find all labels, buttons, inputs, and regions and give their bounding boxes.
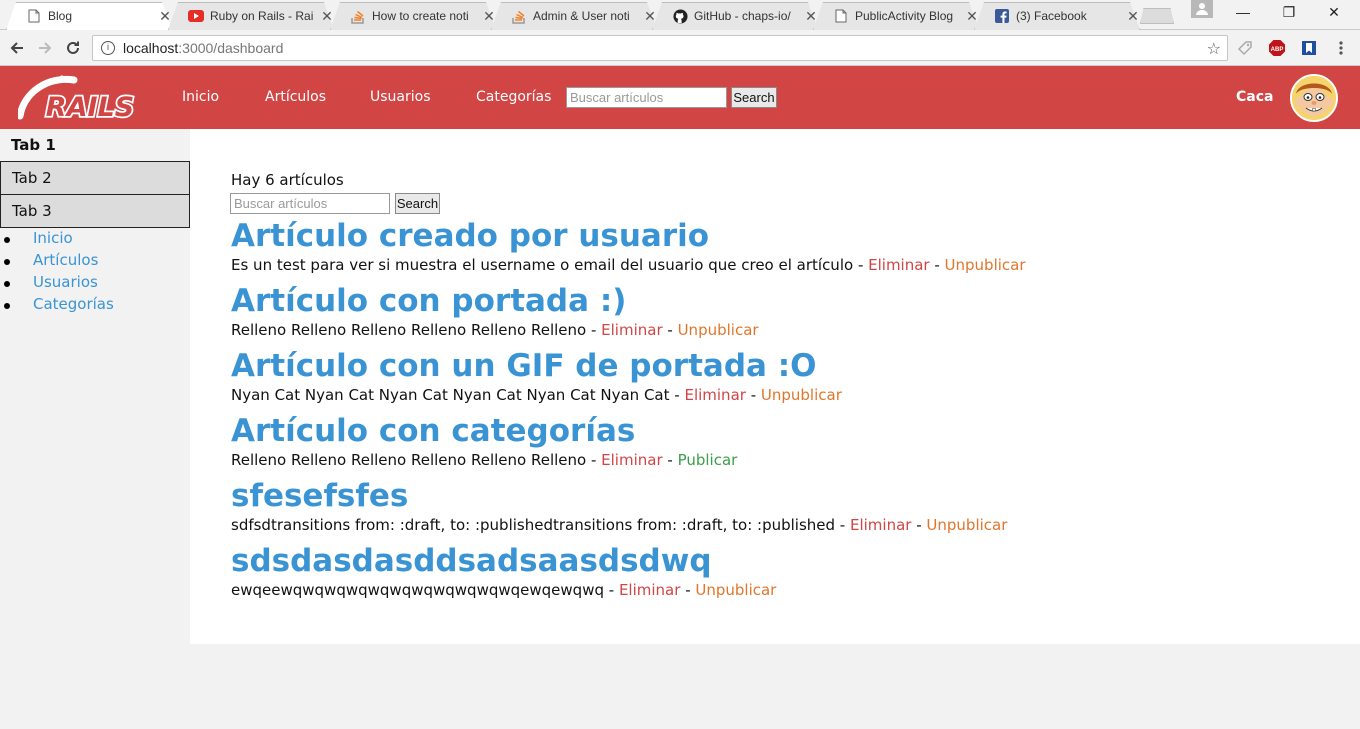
header-search-input[interactable]	[566, 87, 727, 108]
sidebar-tab-3[interactable]: Tab 3	[0, 194, 190, 228]
restore-button[interactable]: ❐	[1274, 4, 1304, 24]
article-title-link[interactable]: Artículo con portada :)	[231, 283, 759, 319]
browser-tab-admin[interactable]: Admin & User noti ✕	[491, 2, 657, 30]
article-item: Artículo creado por usuario Es un test p…	[231, 218, 1026, 276]
rails-logo[interactable]: RAILS	[16, 72, 142, 125]
new-tab-button[interactable]	[1140, 8, 1174, 24]
article-search-input[interactable]	[230, 193, 390, 214]
article-summary: ewqeewqwqwqwqwqwqwqwqwqwqwqewqewqwq - El…	[231, 581, 777, 599]
info-icon[interactable]: i	[101, 41, 115, 55]
stackoverflow-icon	[511, 8, 527, 24]
username[interactable]: Caca	[1236, 89, 1273, 105]
tab-title: GitHub - chaps-io/	[694, 9, 791, 23]
delete-link[interactable]: Eliminar	[619, 581, 680, 599]
sidebar-tab-1[interactable]: Tab 1	[0, 129, 190, 163]
main-content: Hay 6 artículos Search Artículo creado p…	[190, 129, 1360, 644]
nav-usuarios[interactable]: Usuarios	[370, 89, 431, 105]
browser-toolbar: i localhost:3000/dashboard ☆ ABP	[0, 30, 1360, 66]
article-count: Hay 6 artículos	[231, 171, 344, 189]
tab-title: Ruby on Rails - Rai	[210, 9, 314, 23]
svg-text:ABP: ABP	[1271, 47, 1284, 53]
nav-articulos[interactable]: Artículos	[265, 89, 326, 105]
article-item: Artículo con portada :) Relleno Relleno …	[231, 283, 759, 341]
facebook-icon	[994, 8, 1010, 24]
app-header: RAILS Inicio Artículos Usuarios Categorí…	[0, 66, 1360, 129]
browser-tabstrip: Blog ✕ Ruby on Rails - Rai ✕ How to crea…	[0, 0, 1360, 30]
article-search-button[interactable]: Search	[395, 193, 440, 214]
tag-extension-icon[interactable]	[1236, 39, 1254, 57]
github-icon	[672, 8, 688, 24]
bullet-icon	[4, 259, 10, 265]
nav-inicio[interactable]: Inicio	[182, 89, 219, 105]
sidebar-link-inicio[interactable]: Inicio	[33, 229, 73, 247]
sidebar-tab-2[interactable]: Tab 2	[0, 161, 190, 195]
unpublish-link[interactable]: Unpublicar	[678, 321, 759, 339]
forward-button[interactable]	[34, 37, 56, 59]
delete-link[interactable]: Eliminar	[601, 451, 662, 469]
header-search-button[interactable]: Search	[731, 87, 777, 108]
url-text: localhost:3000/dashboard	[123, 40, 284, 56]
tab-title: PublicActivity Blog	[855, 9, 954, 23]
publish-link[interactable]: Publicar	[678, 451, 738, 469]
delete-link[interactable]: Eliminar	[684, 386, 745, 404]
article-summary: Relleno Relleno Relleno Relleno Relleno …	[231, 451, 738, 469]
article-summary: sdfsdtransitions from: :draft, to: :publ…	[231, 516, 1008, 534]
svg-text:RAILS: RAILS	[46, 92, 134, 122]
unpublish-link[interactable]: Unpublicar	[926, 516, 1007, 534]
article-summary: Relleno Relleno Relleno Relleno Relleno …	[231, 321, 759, 339]
browser-tab-blog[interactable]: Blog ✕	[6, 2, 172, 30]
delete-link[interactable]: Eliminar	[601, 321, 662, 339]
sidebar: Tab 1 Tab 2 Tab 3 Inicio Artículos Usuar…	[0, 129, 190, 729]
unpublish-link[interactable]: Unpublicar	[695, 581, 776, 599]
sidebar-link-usuarios[interactable]: Usuarios	[33, 273, 98, 291]
tab-title: Blog	[48, 9, 73, 23]
article-title-link[interactable]: sdsdasdasddsadsaasdsdwq	[231, 543, 776, 579]
browser-profile-button[interactable]	[1191, 0, 1213, 18]
bookmark-star-icon[interactable]: ☆	[1207, 39, 1221, 58]
article-summary: Nyan Cat Nyan Cat Nyan Cat Nyan Cat Nyan…	[231, 386, 842, 404]
browser-tab-github[interactable]: GitHub - chaps-io/ ✕	[652, 2, 818, 30]
bookmark-extension-icon[interactable]	[1300, 39, 1318, 57]
article-item: Artículo con un GIF de portada :O Nyan C…	[231, 348, 842, 406]
bullet-icon	[4, 303, 10, 309]
tab-title: (3) Facebook	[1016, 9, 1087, 23]
close-tab-icon[interactable]: ✕	[1126, 8, 1140, 25]
bullet-icon	[4, 237, 10, 243]
article-item: sdsdasdasddsadsaasdsdwq ewqeewqwqwqwqwqw…	[231, 543, 776, 601]
back-button[interactable]	[6, 37, 28, 59]
delete-link[interactable]: Eliminar	[850, 516, 911, 534]
stackoverflow-icon	[350, 8, 366, 24]
article-item: sfesefsfes sdfsdtransitions from: :draft…	[231, 478, 1007, 536]
tab-title: Admin & User noti	[533, 9, 630, 23]
minimize-button[interactable]: —	[1228, 4, 1258, 24]
browser-tab-publicactivity[interactable]: PublicActivity Blog ✕	[813, 2, 979, 30]
browser-menu-icon[interactable]	[1332, 39, 1350, 57]
article-title-link[interactable]: Artículo con categorías	[231, 413, 737, 449]
article-title-link[interactable]: Artículo creado por usuario	[231, 218, 1026, 254]
article-title-link[interactable]: sfesefsfes	[231, 478, 1007, 514]
delete-link[interactable]: Eliminar	[868, 256, 929, 274]
bullet-icon	[4, 281, 10, 287]
sidebar-link-categorias[interactable]: Categorías	[33, 295, 114, 313]
article-item: Artículo con categorías Relleno Relleno …	[231, 413, 737, 471]
address-bar[interactable]: i localhost:3000/dashboard ☆	[92, 35, 1228, 61]
page-icon	[833, 8, 849, 24]
reload-button[interactable]	[62, 37, 84, 59]
browser-tab-howto[interactable]: How to create noti ✕	[330, 2, 496, 30]
page-icon	[26, 8, 42, 24]
browser-tab-rails[interactable]: Ruby on Rails - Rai ✕	[168, 2, 334, 30]
youtube-icon	[188, 8, 204, 24]
nav-categorias[interactable]: Categorías	[476, 89, 551, 105]
browser-tab-facebook[interactable]: (3) Facebook ✕	[974, 2, 1140, 30]
sidebar-link-articulos[interactable]: Artículos	[33, 251, 98, 269]
article-title-link[interactable]: Artículo con un GIF de portada :O	[231, 348, 842, 384]
article-summary: Es un test para ver si muestra el userna…	[231, 256, 1026, 274]
adblock-icon[interactable]: ABP	[1268, 39, 1286, 57]
avatar[interactable]	[1290, 74, 1338, 122]
unpublish-link[interactable]: Unpublicar	[761, 386, 842, 404]
close-window-button[interactable]: ✕	[1319, 4, 1349, 24]
tab-title: How to create noti	[372, 9, 469, 23]
unpublish-link[interactable]: Unpublicar	[945, 256, 1026, 274]
